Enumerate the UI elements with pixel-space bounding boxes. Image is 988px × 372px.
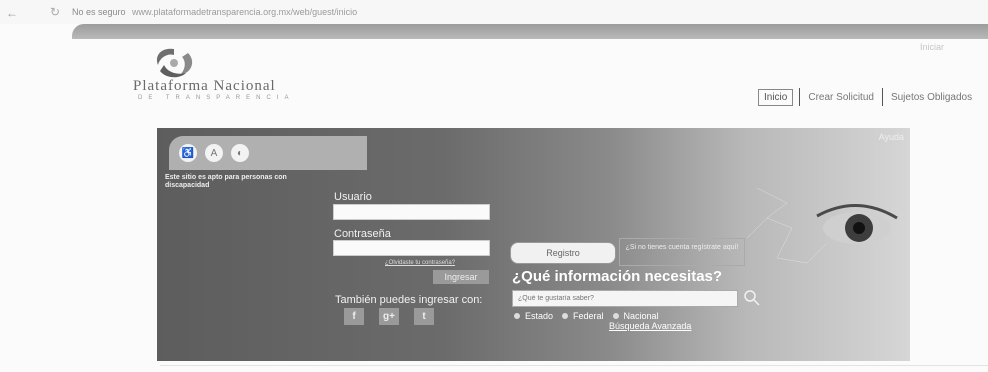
register-button[interactable]: Registro: [510, 242, 616, 264]
nav-item-sujetos-obligados[interactable]: Sujetos Obligados: [883, 92, 980, 103]
url-text[interactable]: www.plataformadetransparencia.org.mx/web…: [132, 7, 357, 17]
social-login-label: También puedes ingresar con:: [335, 294, 483, 306]
login-button[interactable]: Ingresar: [433, 270, 489, 284]
facebook-icon[interactable]: f: [344, 308, 364, 325]
username-label: Usuario: [334, 191, 372, 203]
password-input[interactable]: [333, 240, 490, 256]
reload-icon[interactable]: ↻: [50, 5, 60, 19]
radio-label-federal: Federal: [573, 311, 604, 321]
page-divider: [160, 365, 988, 366]
login-link[interactable]: Iniciar: [920, 42, 944, 52]
search-icon[interactable]: [743, 289, 761, 307]
radio-nacional[interactable]: [612, 313, 619, 319]
google-plus-icon[interactable]: g+: [379, 308, 399, 325]
help-link[interactable]: Ayuda: [879, 132, 904, 142]
advanced-search-link[interactable]: Búsqueda Avanzada: [609, 321, 691, 331]
hero-banner: Ayuda ♿ A ◐ Este sitio es apto para pers…: [157, 128, 910, 361]
url-bar[interactable]: No es seguro www.plataformadetransparenc…: [72, 7, 357, 17]
back-arrow-icon[interactable]: ←: [6, 6, 18, 20]
username-input[interactable]: [333, 204, 490, 220]
accessibility-bar: ♿ A ◐: [169, 136, 367, 170]
no-account-link[interactable]: ¿Si no tienes cuenta regístrate aquí!: [619, 238, 745, 266]
radio-label-estado: Estado: [525, 311, 554, 321]
search-heading: ¿Qué información necesitas?: [512, 268, 723, 285]
accessibility-text: Este sitio es apto para personas con dis…: [165, 174, 287, 189]
contrast-icon[interactable]: ◐: [231, 144, 249, 162]
scope-options: Estado Federal Nacional: [514, 311, 659, 321]
radio-label-nacional: Nacional: [623, 311, 659, 321]
security-indicator[interactable]: No es seguro: [72, 7, 126, 17]
password-label: Contraseña: [334, 228, 391, 240]
forgot-password-link[interactable]: ¿Olvidaste tu contraseña?: [385, 260, 455, 266]
font-size-icon[interactable]: A: [205, 144, 223, 162]
search-input[interactable]: [512, 290, 738, 307]
brand-title[interactable]: Plataforma Nacional: [133, 78, 276, 95]
twitter-icon[interactable]: t: [414, 308, 434, 325]
social-login-buttons: f g+ t: [344, 308, 434, 325]
radio-estado[interactable]: [514, 313, 520, 319]
nav-item-inicio[interactable]: Inicio: [758, 88, 794, 106]
top-banner-strip: [72, 24, 988, 39]
radio-federal[interactable]: [562, 313, 569, 319]
nav-item-crear-solicitud[interactable]: Crear Solicitud: [800, 92, 882, 103]
eye-illustration: [747, 187, 898, 264]
accessibility-icon[interactable]: ♿: [179, 144, 197, 162]
brand-subtitle: DE TRANSPARENCIA: [138, 95, 295, 101]
main-nav: Inicio Crear Solicitud Sujetos Obligados: [758, 88, 980, 106]
logo-icon[interactable]: [148, 45, 200, 79]
